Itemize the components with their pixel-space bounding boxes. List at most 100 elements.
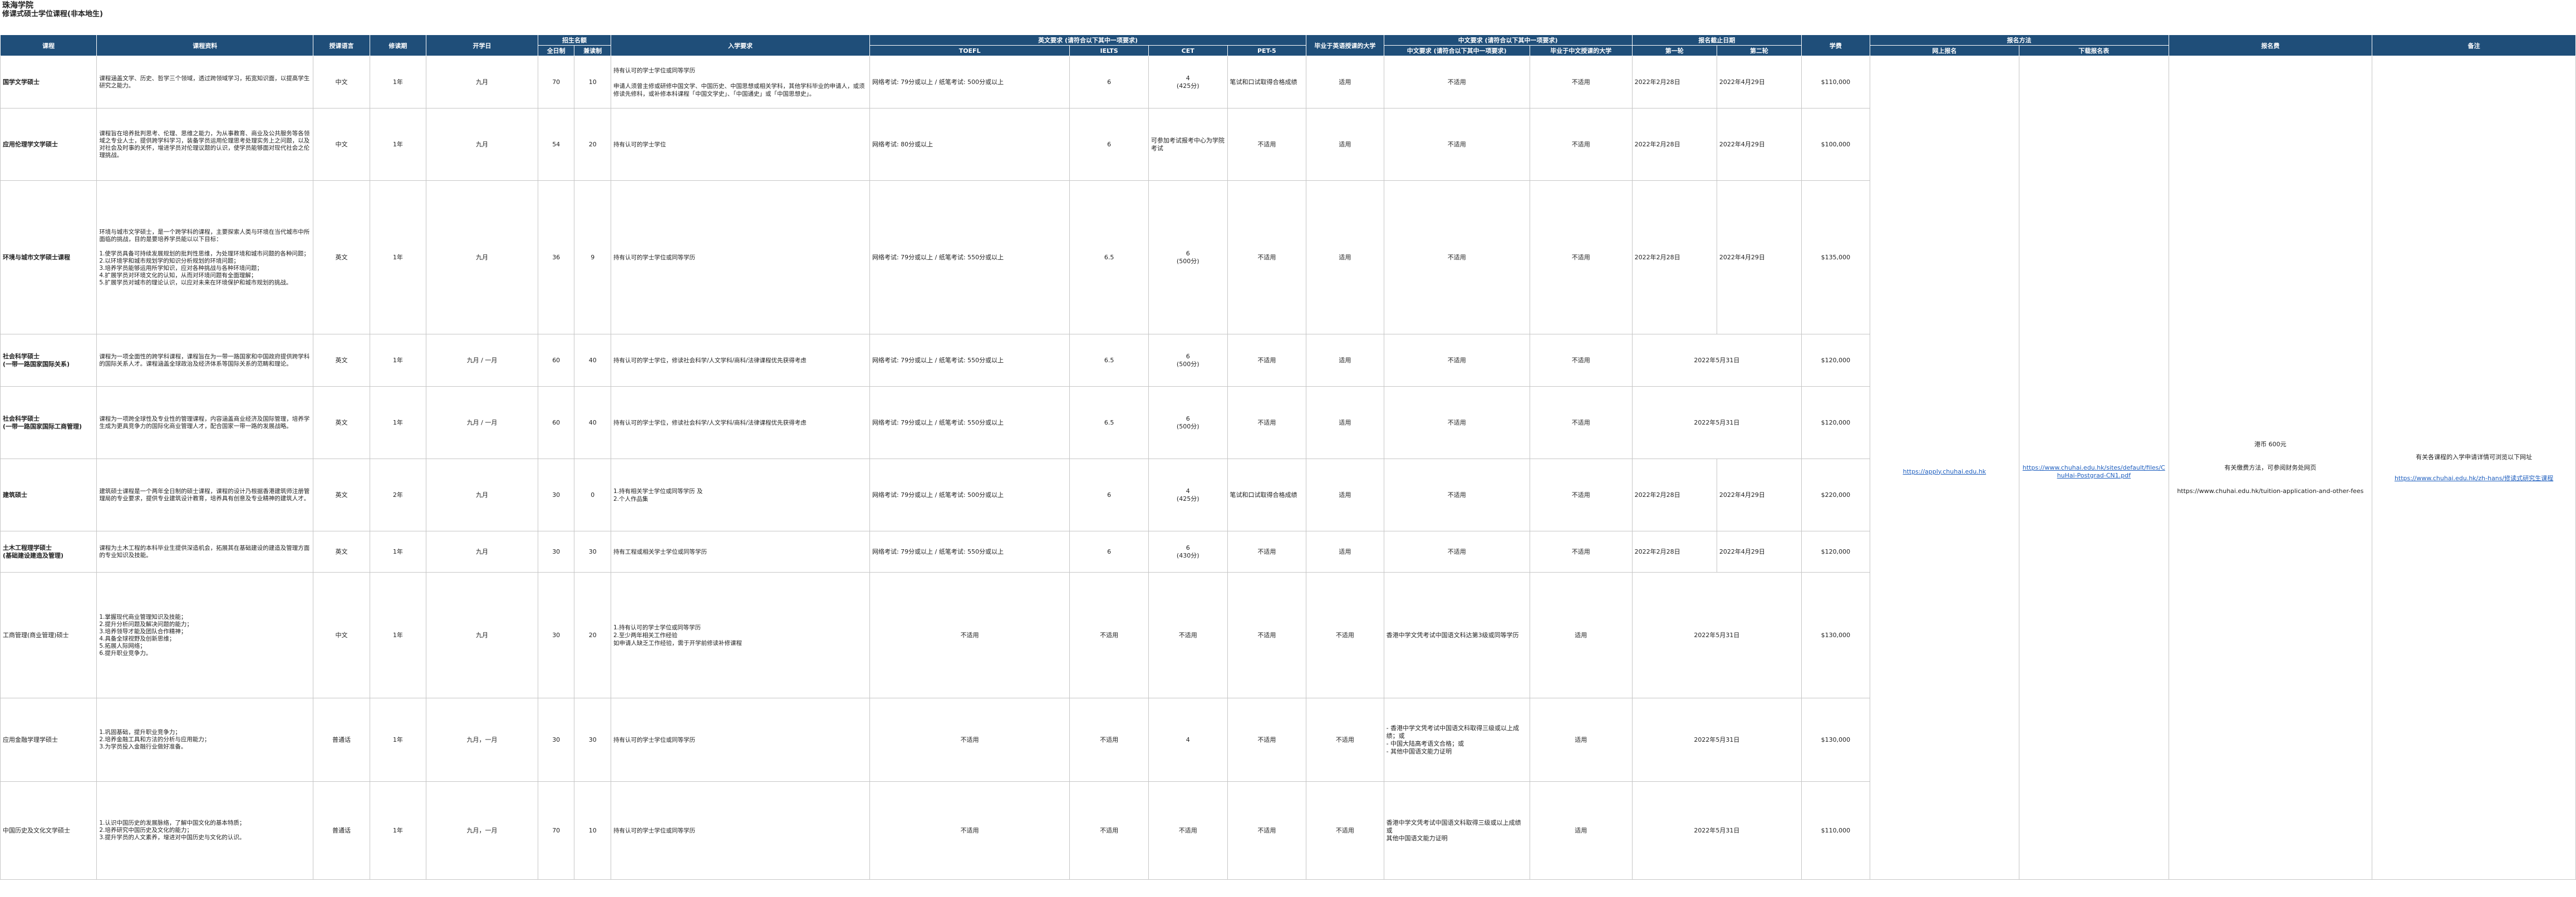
toefl-cell: 不适用 xyxy=(869,572,1070,698)
duration-cell: 1年 xyxy=(369,180,427,334)
header-grad-english: 毕业于英语授课的大学 xyxy=(1306,34,1384,56)
header-chinese-req: 中文要求 (请符合以下其中一项要求) xyxy=(1383,45,1530,56)
school-name: 珠海学院 xyxy=(2,1,33,10)
toefl-cell: 网络考试: 79分或以上 / 纸笔考试: 550分或以上 xyxy=(869,531,1070,573)
pet-cell: 不适用 xyxy=(1227,386,1307,459)
chinese-cell: 不适用 xyxy=(1383,56,1530,109)
duration-cell: 1年 xyxy=(369,56,427,109)
entry-cell: 持有认可的学士学位或同等学历 xyxy=(610,180,870,334)
chinese-cell: 香港中学文凭考试中国语文科取得三级或以上成绩 或 其他中国语文能力证明 xyxy=(1383,781,1530,880)
grad-english-cell: 适用 xyxy=(1306,108,1384,181)
entry-cell: 1.持有认可的学士学位或同等学历 2.至少两年相关工作经验 如申请人缺乏工作经验… xyxy=(610,572,870,698)
ielts-cell: 不适用 xyxy=(1069,698,1149,782)
toefl-cell: 网络考试: 79分或以上 / 纸笔考试: 500分或以上 xyxy=(869,459,1070,531)
language-cell: 普通话 xyxy=(313,781,370,880)
tuition-cell: $100,000 xyxy=(1801,108,1870,181)
online-apply-link[interactable]: https://apply.chuhai.edu.hk xyxy=(1903,468,1986,475)
download-form-link[interactable]: https://www.chuhai.edu.hk/sites/default/… xyxy=(2023,464,2165,479)
table-row: 国学文学硕士 课程涵盖文学、历史、哲学三个领域，透过跨领域学习，拓宽知识面，以提… xyxy=(0,56,2576,880)
chinese-cell: 不适用 xyxy=(1383,108,1530,181)
ielts-cell: 不适用 xyxy=(1069,781,1149,880)
quota-full-cell: 30 xyxy=(537,531,575,573)
grad-chinese-cell: 不适用 xyxy=(1529,180,1633,334)
entry-cell: 持有认可的学士学位或同等学历 申请人须曾主修或研修中国文学、中国历史、中国思想或… xyxy=(610,56,870,109)
quota-part-cell: 0 xyxy=(574,459,611,531)
language-cell: 英文 xyxy=(313,386,370,459)
chinese-cell: 不适用 xyxy=(1383,386,1530,459)
chinese-cell: 不适用 xyxy=(1383,531,1530,573)
grad-chinese-cell: 适用 xyxy=(1529,572,1633,698)
quota-full-cell: 70 xyxy=(537,781,575,880)
chinese-cell: - 香港中学文凭考试中国语文科取得三级或以上成绩；或 - 中国大陆高考语文合格；… xyxy=(1383,698,1530,782)
cet-cell: 4 xyxy=(1148,698,1228,782)
toefl-cell: 网络考试: 79分或以上 / 纸笔考试: 550分或以上 xyxy=(869,180,1070,334)
header-deadline: 报名截止日期 xyxy=(1631,34,1802,46)
tuition-cell: $110,000 xyxy=(1801,781,1870,880)
header-chinese: 中文要求 (请符合以下其中一项要求) xyxy=(1383,34,1633,46)
round2-cell: 2022年4月29日 xyxy=(1716,56,1802,109)
header-grad-chinese: 毕业于中文授课的大学 xyxy=(1529,45,1633,56)
tuition-cell: $135,000 xyxy=(1801,180,1870,334)
round1-cell: 2022年2月28日 xyxy=(1631,459,1717,531)
grad-english-cell: 不适用 xyxy=(1306,781,1384,880)
chinese-cell: 不适用 xyxy=(1383,334,1530,387)
round1-cell: 2022年2月28日 xyxy=(1631,108,1717,181)
ielts-cell: 6 xyxy=(1069,531,1149,573)
entry-cell: 持有认可的学士学位，修读社会科学/人文学科/商科/法律课程优先获得考虑 xyxy=(610,386,870,459)
download-form-cell: https://www.chuhai.edu.hk/sites/default/… xyxy=(2019,56,2169,880)
program-detail: 课程旨在培养批判思考、伦理、思维之能力，为从事教育、商业及公共服务等各领域之专业… xyxy=(96,108,314,181)
quota-part-cell: 30 xyxy=(574,698,611,782)
toefl-cell: 网络考试: 79分或以上 / 纸笔考试: 500分或以上 xyxy=(869,56,1070,109)
pet-cell: 不适用 xyxy=(1227,572,1307,698)
duration-cell: 1年 xyxy=(369,781,427,880)
cet-cell: 不适用 xyxy=(1148,572,1228,698)
grad-chinese-cell: 不适用 xyxy=(1529,108,1633,181)
grad-english-cell: 适用 xyxy=(1306,180,1384,334)
program-name: 应用金融学理学硕士 xyxy=(0,698,97,782)
deadline-cell: 2022年5月31日 xyxy=(1631,572,1802,698)
header-english: 英文要求 (请符合以下其中一项要求) xyxy=(869,34,1307,46)
pet-cell: 不适用 xyxy=(1227,180,1307,334)
remark-link[interactable]: https://www.chuhai.edu.hk/zh-hans/修读式研究生… xyxy=(2375,475,2573,482)
quota-part-cell: 40 xyxy=(574,334,611,387)
pet-cell: 不适用 xyxy=(1227,781,1307,880)
language-cell: 英文 xyxy=(313,531,370,573)
quota-full-cell: 36 xyxy=(537,180,575,334)
quota-full-cell: 70 xyxy=(537,56,575,109)
quota-full-cell: 30 xyxy=(537,698,575,782)
program-detail: 课程为一项跨全球性及专业性的管理课程，内容涵盖商业经济及国际管理，培养学生成为更… xyxy=(96,386,314,459)
intake-cell: 九月 / 一月 xyxy=(426,334,538,387)
entry-cell: 持有认可的学士学位 xyxy=(610,108,870,181)
program-detail: 课程涵盖文学、历史、哲学三个领域，透过跨领域学习，拓宽知识面，以提高学生研究之能… xyxy=(96,56,314,109)
language-cell: 中文 xyxy=(313,56,370,109)
cet-cell: 不适用 xyxy=(1148,781,1228,880)
toefl-cell: 不适用 xyxy=(869,781,1070,880)
header-fee: 报名费 xyxy=(2168,34,2373,56)
quota-part-cell: 20 xyxy=(574,572,611,698)
chinese-cell: 香港中学文凭考试中国语文科达第3级或同等学历 xyxy=(1383,572,1530,698)
ielts-cell: 6 xyxy=(1069,56,1149,109)
ielts-cell: 6.5 xyxy=(1069,386,1149,459)
header-detail: 课程资料 xyxy=(96,34,314,56)
quota-part-cell: 20 xyxy=(574,108,611,181)
program-name: 应用伦理学文学硕士 xyxy=(0,108,97,181)
deadline-cell: 2022年5月31日 xyxy=(1631,334,1802,387)
cet-cell: 4 (425分) xyxy=(1148,459,1228,531)
header-remark: 备注 xyxy=(2372,34,2576,56)
header-toefl: TOEFL xyxy=(869,45,1070,56)
program-name: 社会科学硕士 (一带一路国家国际工商管理) xyxy=(0,386,97,459)
remark-text: 有关各课程的入学申请详情可浏览以下网址 xyxy=(2416,453,2533,461)
program-name: 土木工程理学硕士 (基础建设建造及管理) xyxy=(0,531,97,573)
intake-cell: 九月，一月 xyxy=(426,781,538,880)
duration-cell: 1年 xyxy=(369,386,427,459)
round2-cell: 2022年4月29日 xyxy=(1716,108,1802,181)
programs-table: 课程 课程资料 授课语言 修读期 开学日 招生名额 入学要求 英文要求 (请符合… xyxy=(0,34,2576,880)
program-detail: 1.巩固基础，提升职业竞争力； 2.培养金融工具和方法的分析与应用能力； 3.为… xyxy=(96,698,314,782)
grad-chinese-cell: 适用 xyxy=(1529,781,1633,880)
duration-cell: 1年 xyxy=(369,698,427,782)
round1-cell: 2022年2月28日 xyxy=(1631,56,1717,109)
entry-cell: 1.持有相关学士学位或同等学历 及 2.个人作品集 xyxy=(610,459,870,531)
quota-full-cell: 30 xyxy=(537,459,575,531)
program-name: 工商管理(商业管理)硕士 xyxy=(0,572,97,698)
intake-cell: 九月 xyxy=(426,459,538,531)
